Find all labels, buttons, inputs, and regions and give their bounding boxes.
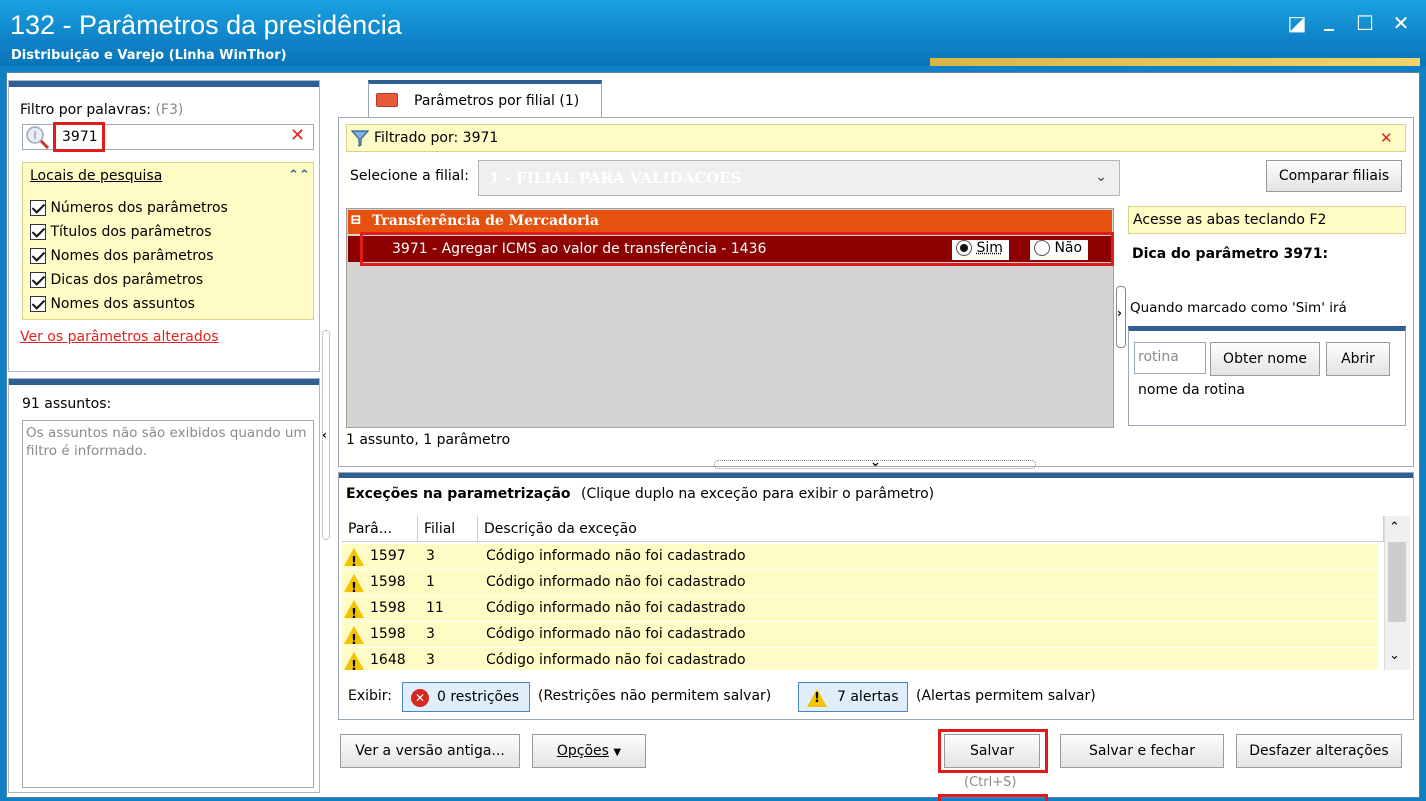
column-param[interactable]: Parâ... xyxy=(342,516,418,542)
access-tip-box: Acesse as abas teclando F2 xyxy=(1128,206,1406,234)
show-label: Exibir: xyxy=(348,688,393,704)
restrictions-button[interactable]: ✕ 0 restrições xyxy=(402,682,530,712)
funnel-icon xyxy=(350,128,370,148)
table-row[interactable]: 1598 3 Código informado não foi cadastra… xyxy=(342,622,1378,653)
option-param-numbers[interactable]: Números dos parâmetros xyxy=(30,200,228,216)
routine-name: nome da rotina xyxy=(1138,382,1245,398)
scrollbar-thumb[interactable] xyxy=(1388,542,1406,622)
old-version-button[interactable]: Ver a versão antiga... xyxy=(340,734,520,768)
shortcut-highlight xyxy=(938,794,1048,801)
maximize-icon[interactable]: ☐ xyxy=(1350,10,1380,36)
subjects-count: 91 assuntos: xyxy=(22,396,112,412)
column-branch[interactable]: Filial xyxy=(418,516,478,542)
clear-filter-bar-icon[interactable]: ✕ xyxy=(1380,129,1393,147)
collapse-group-icon[interactable]: ⊟ xyxy=(350,212,362,228)
restore-icon[interactable]: ◪ xyxy=(1282,10,1312,36)
table-row[interactable]: 1648 3 Código informado não foi cadastra… xyxy=(342,648,1378,679)
filter-label: Filtro por palavras: (F3) xyxy=(20,102,184,118)
exceptions-header: Exceções na parametrização (Clique duplo… xyxy=(346,486,935,502)
chevron-down-icon: ⌄ xyxy=(1095,169,1107,185)
warning-icon xyxy=(807,689,827,707)
minimize-icon[interactable]: _ xyxy=(1314,6,1344,32)
checkbox-checked-icon[interactable] xyxy=(30,296,46,312)
access-tip: Acesse as abas teclando F2 xyxy=(1133,212,1327,228)
alerts-button[interactable]: 7 alertas xyxy=(798,682,908,712)
warning-icon xyxy=(344,574,364,601)
caret-down-icon: ▼ xyxy=(613,747,622,758)
filter-input-highlight[interactable]: 3971 xyxy=(53,122,105,152)
window-subtitle: Distribuição e Varejo (Linha WinThor) xyxy=(11,48,287,63)
table-row[interactable]: 1598 1 Código informado não foi cadastra… xyxy=(342,570,1378,601)
option-param-names[interactable]: Nomes dos parâmetros xyxy=(30,248,214,264)
options-button[interactable]: Opções ▼ xyxy=(532,734,646,768)
checkbox-checked-icon[interactable] xyxy=(30,224,46,240)
table-scrollbar[interactable]: ⌃ ⌄ xyxy=(1384,516,1410,670)
window-title: 132 - Parâmetros da presidência xyxy=(10,10,402,40)
collapse-icon[interactable]: ⌃⌃ xyxy=(288,168,310,183)
collapse-down-icon[interactable]: ⌄ xyxy=(870,455,881,470)
column-description[interactable]: Descrição da exceção xyxy=(478,516,1384,542)
save-and-close-button[interactable]: Salvar e fechar xyxy=(1060,734,1224,768)
checkbox-checked-icon[interactable] xyxy=(30,248,46,264)
collapse-left-icon[interactable]: ‹ xyxy=(322,428,327,442)
option-sim[interactable]: Sim xyxy=(952,240,1009,260)
branch-select-value: 1 - FILIAL PARA VALIDACOES xyxy=(489,169,742,187)
changed-params-link[interactable]: Ver os parâmetros alterados xyxy=(20,329,219,345)
option-subject-names[interactable]: Nomes dos assuntos xyxy=(30,296,195,312)
group-header[interactable]: ⊟ Transferência de Mercadoria xyxy=(348,210,1112,234)
expand-right-icon[interactable]: › xyxy=(1117,306,1122,320)
option-nao[interactable]: Não xyxy=(1030,240,1089,260)
checkbox-checked-icon[interactable] xyxy=(30,272,46,288)
search-icon xyxy=(24,124,50,150)
scroll-up-icon[interactable]: ⌃ xyxy=(1389,520,1400,535)
subjects-empty-message: Os assuntos não são exibidos quando um f… xyxy=(26,425,307,459)
alerts-note: (Alertas permitem salvar) xyxy=(916,688,1096,704)
table-row[interactable]: 1598 11 Código informado não foi cadastr… xyxy=(342,596,1378,627)
warning-icon xyxy=(344,652,364,679)
warning-icon xyxy=(344,626,364,653)
routine-input[interactable]: rotina xyxy=(1134,342,1206,374)
radio-unselected-icon[interactable] xyxy=(1034,240,1050,256)
save-button-highlight xyxy=(938,729,1048,773)
table-row[interactable]: 1597 3 Código informado não foi cadastra… xyxy=(342,544,1378,575)
tab-label: Parâmetros por filial (1) xyxy=(414,93,580,109)
filter-input[interactable]: 3971 xyxy=(62,129,98,145)
subjects-list[interactable] xyxy=(22,420,314,788)
restrictions-note: (Restrições não permitem salvar) xyxy=(538,688,772,704)
scroll-down-icon[interactable]: ⌄ xyxy=(1389,648,1400,663)
search-locations-title[interactable]: Locais de pesquisa xyxy=(30,168,162,184)
close-icon[interactable]: ✕ xyxy=(1386,10,1416,36)
option-param-tips[interactable]: Dicas dos parâmetros xyxy=(30,272,203,288)
branch-label: Selecione a filial: xyxy=(350,168,469,184)
warning-icon xyxy=(344,548,364,575)
get-name-button[interactable]: Obter nome xyxy=(1210,342,1320,376)
clear-filter-icon[interactable]: ✕ xyxy=(290,124,310,148)
error-icon: ✕ xyxy=(411,689,429,707)
filter-status-bar xyxy=(346,124,1406,152)
compare-branches-button[interactable]: Comparar filiais xyxy=(1266,160,1402,192)
warning-icon xyxy=(344,600,364,627)
group-title: Transferência de Mercadoria xyxy=(372,213,599,229)
hint-title: Dica do parâmetro 3971: xyxy=(1132,246,1329,262)
branch-select[interactable]: 1 - FILIAL PARA VALIDACOES ⌄ xyxy=(478,160,1120,196)
filter-status-text: Filtrado por: 3971 xyxy=(374,130,499,146)
save-shortcut: (Ctrl+S) xyxy=(964,775,1017,790)
open-button[interactable]: Abrir xyxy=(1326,342,1390,376)
params-summary: 1 assunto, 1 parâmetro xyxy=(346,432,511,448)
option-param-titles[interactable]: Títulos dos parâmetros xyxy=(30,224,212,240)
checkbox-checked-icon[interactable] xyxy=(30,200,46,216)
undo-changes-button[interactable]: Desfazer alterações xyxy=(1236,734,1402,768)
radio-selected-icon[interactable] xyxy=(956,240,972,256)
title-bar-accent xyxy=(930,58,1420,66)
routine-box xyxy=(1128,326,1406,426)
folder-icon xyxy=(376,93,398,107)
hint-text: Quando marcado como 'Sim' irá xyxy=(1130,300,1347,316)
